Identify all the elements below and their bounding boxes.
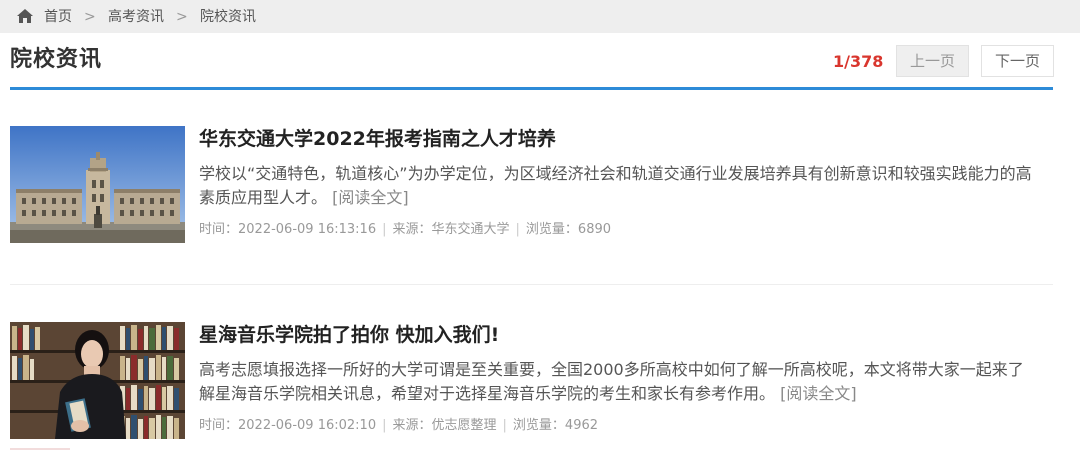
prev-page-button[interactable]: 上一页 bbox=[896, 45, 969, 77]
read-more-link[interactable]: [阅读全文] bbox=[780, 384, 857, 403]
source-label: 来源： bbox=[392, 222, 432, 237]
pager-count: 1/378 bbox=[833, 52, 884, 71]
article-views: 4962 bbox=[564, 418, 599, 433]
university-building-photo-icon bbox=[10, 126, 185, 243]
read-more-link[interactable]: [阅读全文] bbox=[332, 188, 409, 207]
article-source: 华东交通大学 bbox=[431, 222, 510, 237]
meta-separator: | bbox=[502, 418, 507, 433]
article-time: 2022-06-09 16:13:16 bbox=[238, 222, 377, 237]
article-summary: 学校以“交通特色，轨道核心”为办学定位，为区域经济社会和轨道交通行业发展培养具有… bbox=[199, 162, 1039, 210]
meta-separator: | bbox=[382, 222, 387, 237]
article-item: 星海音乐学院拍了拍你 快加入我们! 高考志愿填报选择一所好的大学可谓是至关重要，… bbox=[10, 322, 1053, 442]
breadcrumb-current: 院校资讯 bbox=[200, 9, 256, 25]
home-icon[interactable] bbox=[16, 8, 34, 24]
article-time: 2022-06-09 16:02:10 bbox=[238, 418, 377, 433]
page-title: 院校资讯 bbox=[10, 47, 103, 72]
title-underline bbox=[10, 87, 1053, 90]
article-views: 6890 bbox=[577, 222, 612, 237]
breadcrumb-gaokao-news[interactable]: 高考资讯 bbox=[108, 8, 164, 26]
meta-separator: | bbox=[515, 222, 520, 237]
article-title[interactable]: 星海音乐学院拍了拍你 快加入我们! bbox=[199, 322, 499, 348]
student-library-photo-icon bbox=[10, 322, 185, 439]
article-meta: 时间：2022-06-09 16:13:16 | 来源：华东交通大学 | 浏览量：689… bbox=[199, 221, 611, 239]
breadcrumb-separator: > bbox=[176, 9, 188, 25]
views-label: 浏览量： bbox=[525, 222, 578, 237]
views-label: 浏览量： bbox=[512, 418, 565, 433]
article-title[interactable]: 华东交通大学2022年报考指南之人才培养 bbox=[199, 126, 556, 152]
time-label: 时间： bbox=[199, 418, 239, 433]
article-summary: 高考志愿填报选择一所好的大学可谓是至关重要，全国2000多所高校中如何了解一所高… bbox=[199, 358, 1039, 406]
article-thumbnail[interactable] bbox=[10, 322, 185, 439]
breadcrumb: 首页 > 高考资讯 > 院校资讯 bbox=[0, 0, 1080, 33]
article-source: 优志愿整理 bbox=[431, 418, 497, 433]
summary-text: 学校以“交通特色，轨道核心”为办学定位，为区域经济社会和轨道交通行业发展培养具有… bbox=[199, 164, 1032, 207]
time-label: 时间： bbox=[199, 222, 239, 237]
next-article-hint bbox=[10, 448, 70, 450]
next-page-button[interactable]: 下一页 bbox=[981, 45, 1054, 77]
article-thumbnail[interactable] bbox=[10, 126, 185, 243]
meta-separator: | bbox=[382, 418, 387, 433]
breadcrumb-home[interactable]: 首页 bbox=[44, 8, 72, 26]
article-divider bbox=[10, 284, 1053, 285]
breadcrumb-separator: > bbox=[84, 9, 96, 25]
source-label: 来源： bbox=[392, 418, 432, 433]
article-meta: 时间：2022-06-09 16:02:10 | 来源：优志愿整理 | 浏览量：4962 bbox=[199, 417, 598, 435]
article-item: 华东交通大学2022年报考指南之人才培养 学校以“交通特色，轨道核心”为办学定位… bbox=[10, 126, 1053, 246]
summary-text: 高考志愿填报选择一所好的大学可谓是至关重要，全国2000多所高校中如何了解一所高… bbox=[199, 360, 1024, 403]
